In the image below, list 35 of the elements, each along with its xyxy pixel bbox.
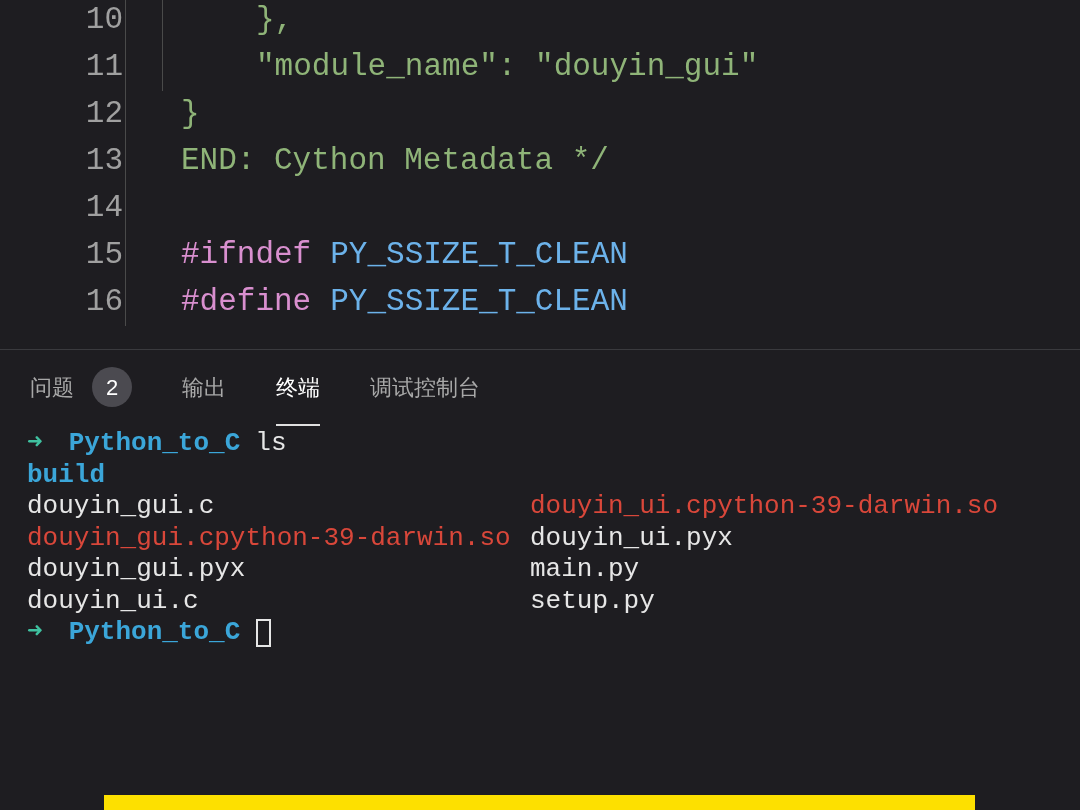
code-text: PY_SSIZE_T_CLEAN — [330, 236, 628, 275]
file-name: douyin_gui.c — [27, 491, 215, 523]
directory-name: Python_to_C — [68, 428, 241, 460]
prompt-arrow: ➜ — [27, 617, 43, 649]
line-number: 13 — [84, 142, 123, 181]
code-text: } — [181, 95, 200, 134]
panel-tab[interactable]: 问题 2 — [30, 350, 132, 426]
panel-tab[interactable]: 终端 — [276, 350, 320, 426]
file-name: douyin_ui.c — [27, 585, 199, 617]
count-badge: 2 — [92, 367, 132, 407]
panel-tab[interactable]: 调试控制台 — [370, 350, 480, 426]
file-name: build — [27, 459, 105, 491]
file-name: douyin_ui.pyx — [530, 522, 733, 554]
prompt-arrow: ➜ — [27, 428, 43, 460]
command-text: ls — [255, 428, 287, 460]
file-name: setup.py — [530, 585, 655, 617]
line-number: 16 — [84, 283, 123, 322]
text-cursor — [256, 618, 272, 647]
file-name: douyin_gui.pyx — [27, 554, 246, 586]
line-number: 15 — [84, 236, 123, 275]
code-text: END: Cython Metadata */ — [181, 142, 609, 181]
line-number: 14 — [84, 189, 123, 228]
code-text: #ifndef — [181, 236, 312, 275]
code-text: "module_name": "douyin_gui" — [256, 48, 759, 87]
code-text: PY_SSIZE_T_CLEAN — [330, 283, 628, 322]
directory-name: Python_to_C — [68, 617, 241, 649]
panel-tab[interactable]: 输出 — [182, 350, 226, 426]
line-number: 12 — [84, 95, 123, 134]
line-number: 11 — [84, 48, 123, 87]
line-number: 10 — [84, 1, 123, 40]
file-name: douyin_ui.cpython-39-darwin.so — [530, 491, 999, 523]
code-text: #define — [181, 283, 312, 322]
code-text: }, — [256, 1, 294, 40]
file-name: douyin_gui.cpython-39-darwin.so — [27, 522, 511, 554]
file-name: main.py — [530, 554, 640, 586]
